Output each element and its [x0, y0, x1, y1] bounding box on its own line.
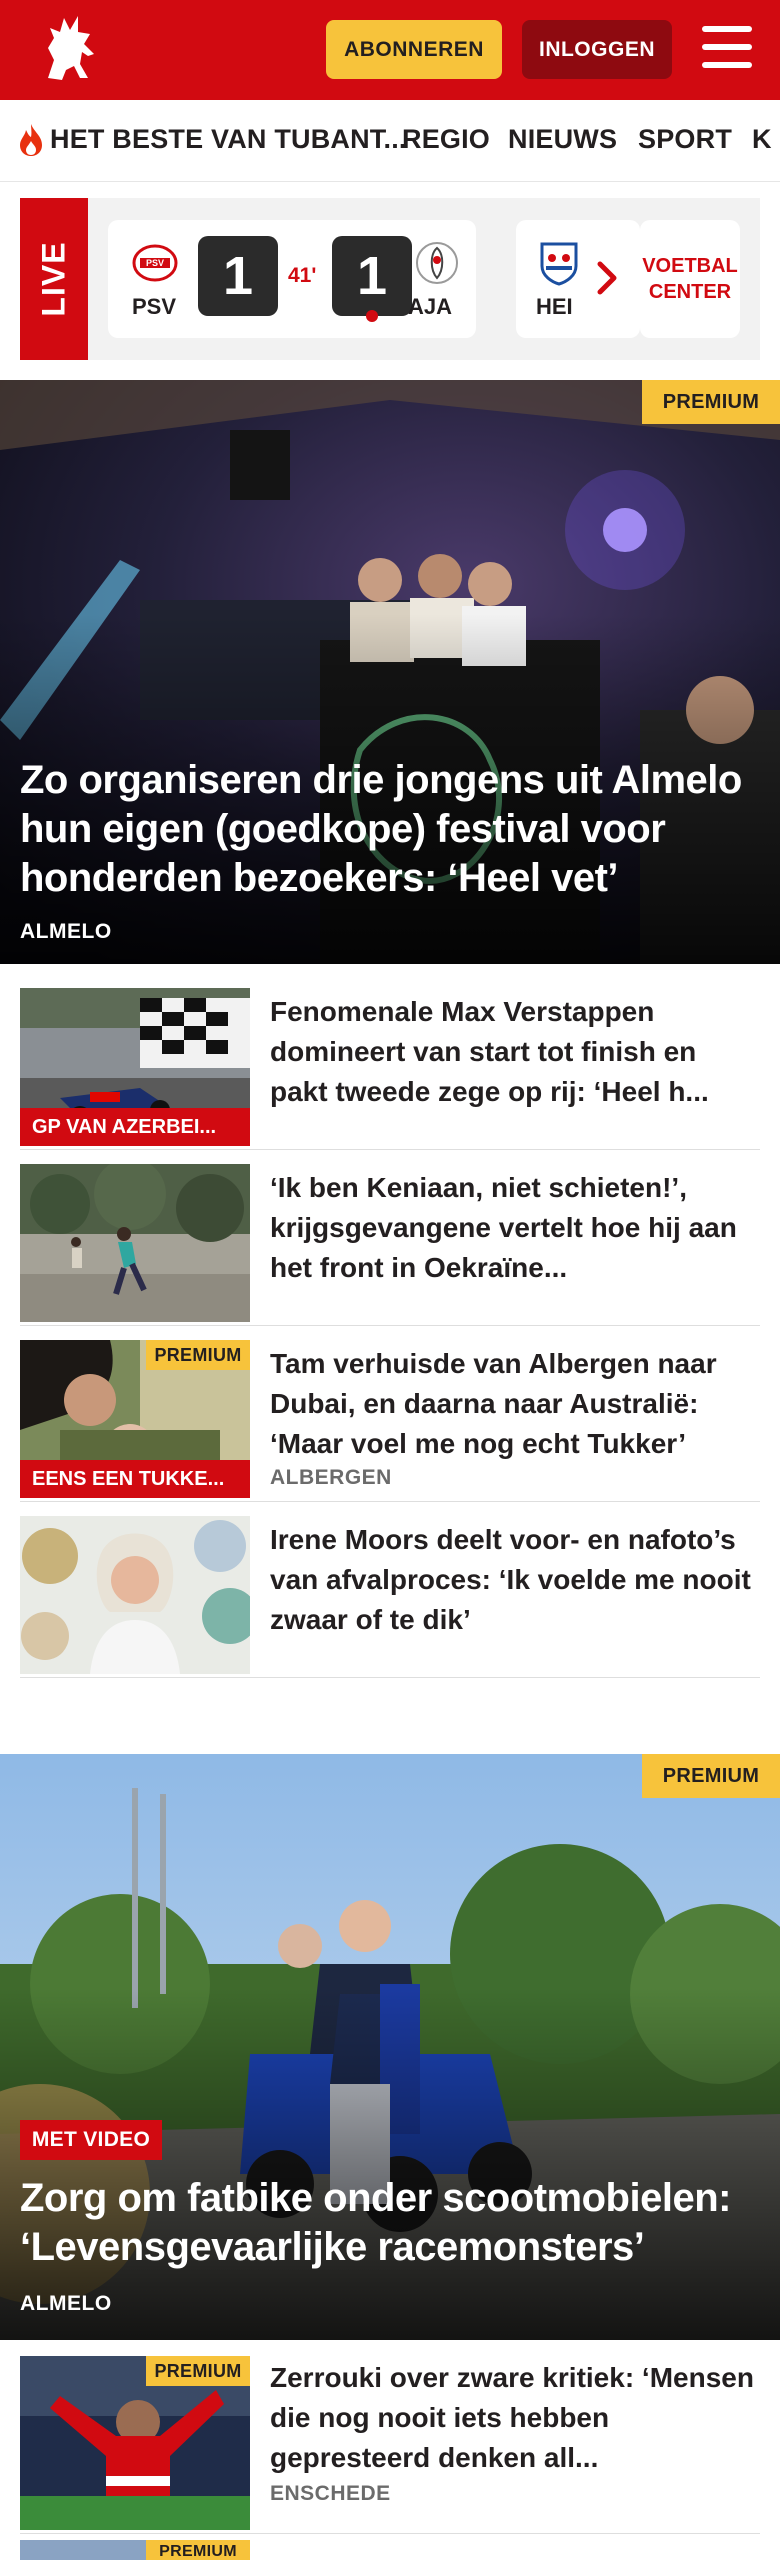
nav-item-sport[interactable]: SPORT	[638, 124, 732, 155]
section-nav: HET BESTE VAN TUBANT... REGIO NIEUWS SPO…	[0, 100, 780, 182]
article-title[interactable]: Irene Moors deelt voor- en nafoto’s van …	[270, 1520, 760, 1640]
login-button[interactable]: INLOGGEN	[522, 20, 672, 79]
article-title[interactable]: Zerrouki over zware kritiek: ‘Mensen die…	[270, 2358, 760, 2478]
list-item[interactable]: Irene Moors deelt voor- en nafoto’s van …	[20, 1502, 760, 1678]
away-score: 1	[332, 236, 412, 316]
psv-crest-icon: PSV	[132, 244, 178, 282]
premium-badge: PREMIUM	[642, 380, 780, 424]
article-thumbnail: PREMIUM	[20, 2540, 250, 2560]
svg-text:PSV: PSV	[146, 258, 164, 268]
list-item[interactable]: ‘Ik ben Keniaan, niet schieten!’, krijgs…	[20, 1150, 760, 1326]
nav-item-nieuws[interactable]: NIEUWS	[508, 124, 617, 155]
tubantia-horse-logo-icon[interactable]	[34, 8, 106, 90]
hero-article-fatbike[interactable]: PREMIUM MET VIDEO Zorg om fatbike onder …	[0, 1754, 780, 2340]
away-team-name: AJA	[408, 294, 453, 319]
home-team-name: PSV	[132, 294, 177, 319]
match-minute: 41'	[288, 264, 317, 287]
premium-badge: PREMIUM	[146, 1340, 250, 1370]
article-thumbnail	[20, 1164, 250, 1322]
nav-item-more[interactable]: K	[752, 124, 772, 155]
article-title[interactable]: Tam verhuisde van Albergen naar Dubai, e…	[270, 1344, 760, 1464]
premium-badge: PREMIUM	[642, 1754, 780, 1798]
video-badge: MET VIDEO	[20, 2120, 162, 2160]
chevron-right-icon[interactable]	[592, 258, 622, 298]
hero-title[interactable]: Zo organiseren drie jongens uit Almelo h…	[20, 756, 760, 903]
list-item[interactable]: GP VAN AZERBEI... Fenomenale Max Verstap…	[20, 974, 760, 1150]
article-location-tag: ALBERGEN	[270, 1466, 392, 1489]
live-tab[interactable]: LIVE	[20, 198, 88, 360]
article-title[interactable]: Fenomenale Max Verstappen domineert van …	[270, 992, 760, 1112]
match-card[interactable]: PSV PSV 1 41' 1 AJA	[108, 220, 476, 338]
list-item[interactable]: PREMIUM EENS EEN TUKKE... Tam verhuisde …	[20, 1326, 760, 1502]
article-title[interactable]: ‘Ik ben Keniaan, niet schieten!’, krijgs…	[270, 1168, 760, 1288]
runners-photo	[20, 1164, 250, 1322]
heerenveen-crest-icon	[540, 242, 578, 286]
nav-item-regio[interactable]: REGIO	[402, 124, 490, 155]
subscribe-button[interactable]: ABONNEREN	[326, 20, 502, 79]
irene-moors-photo	[20, 1516, 250, 1674]
premium-badge: PREMIUM	[146, 2356, 250, 2386]
list-item[interactable]: PREMIUM Zerrouki over zware kritiek: ‘Me…	[20, 2342, 760, 2534]
next-match-team: HEI	[536, 294, 573, 319]
list-item[interactable]: PREMIUM	[20, 2536, 760, 2560]
hero-title[interactable]: Zorg om fatbike onder scootmobielen: ‘Le…	[20, 2174, 760, 2272]
nav-item-best-of[interactable]: HET BESTE VAN TUBANT...	[50, 124, 407, 155]
hero-article-festival[interactable]: PREMIUM Zo organiseren drie jongens uit …	[0, 380, 780, 964]
article-category-label: EENS EEN TUKKE...	[20, 1460, 250, 1498]
flame-icon	[20, 124, 42, 156]
home-score: 1	[198, 236, 278, 316]
site-header: ABONNEREN INLOGGEN	[0, 0, 780, 100]
article-thumbnail: PREMIUM	[20, 2356, 250, 2530]
menu-icon[interactable]	[700, 24, 754, 70]
live-label: LIVE	[35, 241, 72, 317]
article-location-tag: ENSCHEDE	[270, 2482, 391, 2505]
red-card-indicator	[366, 310, 378, 322]
ajax-crest-icon	[416, 242, 458, 284]
voetbal-center-link[interactable]: VOETBAL CENTER	[640, 220, 740, 338]
article-thumbnail: PREMIUM EENS EEN TUKKE...	[20, 1340, 250, 1498]
hero-location-tag: ALMELO	[20, 920, 112, 943]
premium-badge: PREMIUM	[146, 2540, 250, 2560]
live-scores-widget: LIVE PSV PSV 1 41' 1 AJA HEI VOETBAL CEN…	[20, 198, 760, 360]
hero-gradient	[0, 1988, 780, 2340]
article-thumbnail: GP VAN AZERBEI...	[20, 988, 250, 1146]
article-category-label: GP VAN AZERBEI...	[20, 1108, 250, 1146]
hero-location-tag: ALMELO	[20, 2292, 112, 2315]
article-thumbnail	[20, 1516, 250, 1674]
